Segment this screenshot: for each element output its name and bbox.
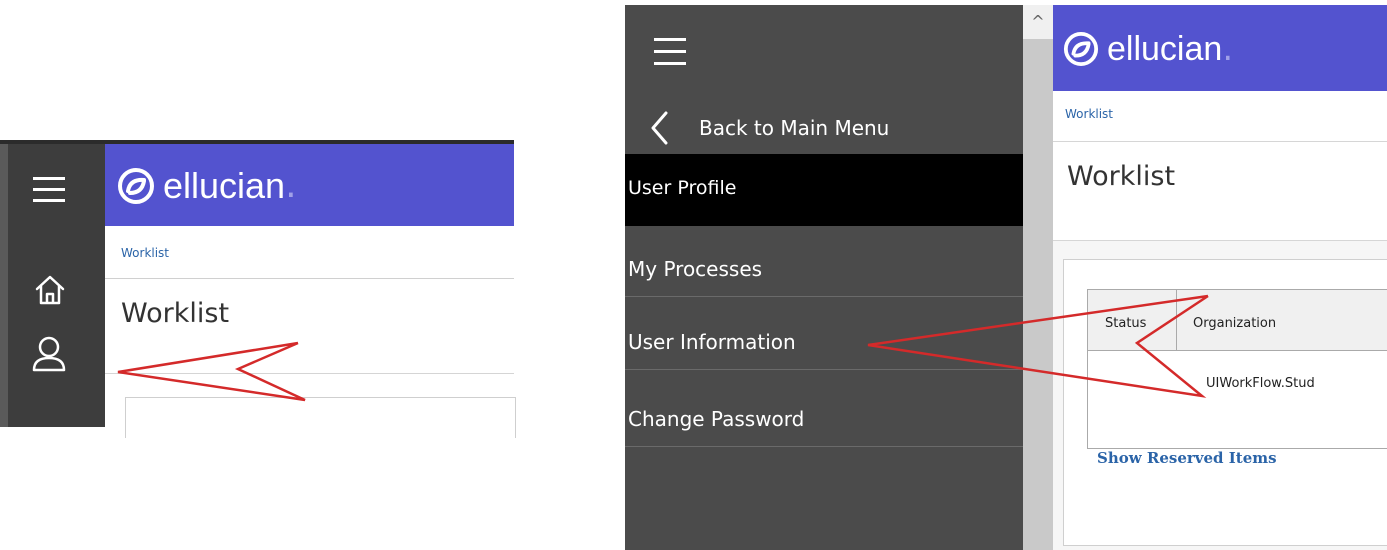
title-divider (105, 373, 514, 374)
breadcrumb-worklist[interactable]: Worklist (121, 246, 169, 260)
table-cell-organization[interactable]: UIWorkFlow.Stud (1206, 376, 1315, 391)
section-header-label: User Profile (628, 177, 737, 199)
back-to-main-menu-link[interactable]: Back to Main Menu (649, 106, 1009, 150)
user-profile-sidebar: Back to Main Menu User Profile My Proces… (625, 5, 1023, 550)
collapsed-view-panel: ellucian. Worklist Worklist (0, 140, 516, 438)
rail-edge (0, 144, 8, 427)
logo-dot: . (1222, 29, 1234, 69)
breadcrumb-bar: Worklist (1053, 91, 1387, 142)
menu-item-change-password[interactable]: Change Password (625, 407, 1023, 431)
chevron-left-icon (651, 111, 668, 145)
ellucian-logo-mark-icon (118, 168, 154, 204)
scroll-up-arrow-icon[interactable]: ^ (1023, 5, 1053, 39)
logo-dot: . (285, 165, 297, 206)
ellucian-logo[interactable]: ellucian. (117, 166, 297, 206)
main-content: Worklist Worklist (105, 226, 516, 438)
column-divider (1176, 290, 1177, 350)
title-bar: Worklist (1053, 142, 1387, 241)
page-title: Worklist (1067, 161, 1176, 192)
menu-divider (625, 296, 1023, 297)
logo-wordmark: ellucian (1107, 30, 1223, 68)
main-content: Worklist Worklist Status Organization UI… (1053, 91, 1387, 550)
section-header-user-profile: User Profile (625, 154, 1023, 226)
show-reserved-items-link[interactable]: Show Reserved Items (1097, 449, 1277, 467)
hamburger-menu-icon[interactable] (651, 35, 691, 69)
app-header: ellucian. (105, 144, 514, 226)
worklist-card (125, 397, 516, 438)
table-header-row: Status Organization (1088, 290, 1387, 351)
back-to-main-menu-label: Back to Main Menu (699, 116, 890, 140)
icon-rail (0, 144, 105, 427)
menu-item-my-processes[interactable]: My Processes (625, 257, 1023, 281)
menu-item-user-information[interactable]: User Information (625, 330, 1023, 354)
app-header: ellucian. (1053, 5, 1387, 91)
ellucian-logo[interactable]: ellucian. (1063, 29, 1233, 69)
logo-wordmark: ellucian (163, 165, 286, 206)
sidebar-scrollbar[interactable] (1023, 5, 1053, 550)
column-header-organization[interactable]: Organization (1193, 316, 1276, 331)
menu-divider (625, 369, 1023, 370)
user-profile-icon[interactable] (30, 334, 68, 374)
ellucian-logo-mark-icon (1063, 31, 1099, 67)
breadcrumb-worklist[interactable]: Worklist (1065, 107, 1113, 121)
worklist-table: Status Organization UIWorkFlow.Stud (1087, 289, 1387, 449)
page-title: Worklist (121, 298, 230, 329)
column-header-status[interactable]: Status (1105, 316, 1146, 331)
home-icon[interactable] (32, 272, 68, 308)
menu-divider (625, 446, 1023, 447)
breadcrumb-bar: Worklist (105, 226, 514, 279)
hamburger-menu-icon[interactable] (30, 174, 70, 206)
expanded-menu-panel: Back to Main Menu User Profile My Proces… (625, 5, 1387, 550)
